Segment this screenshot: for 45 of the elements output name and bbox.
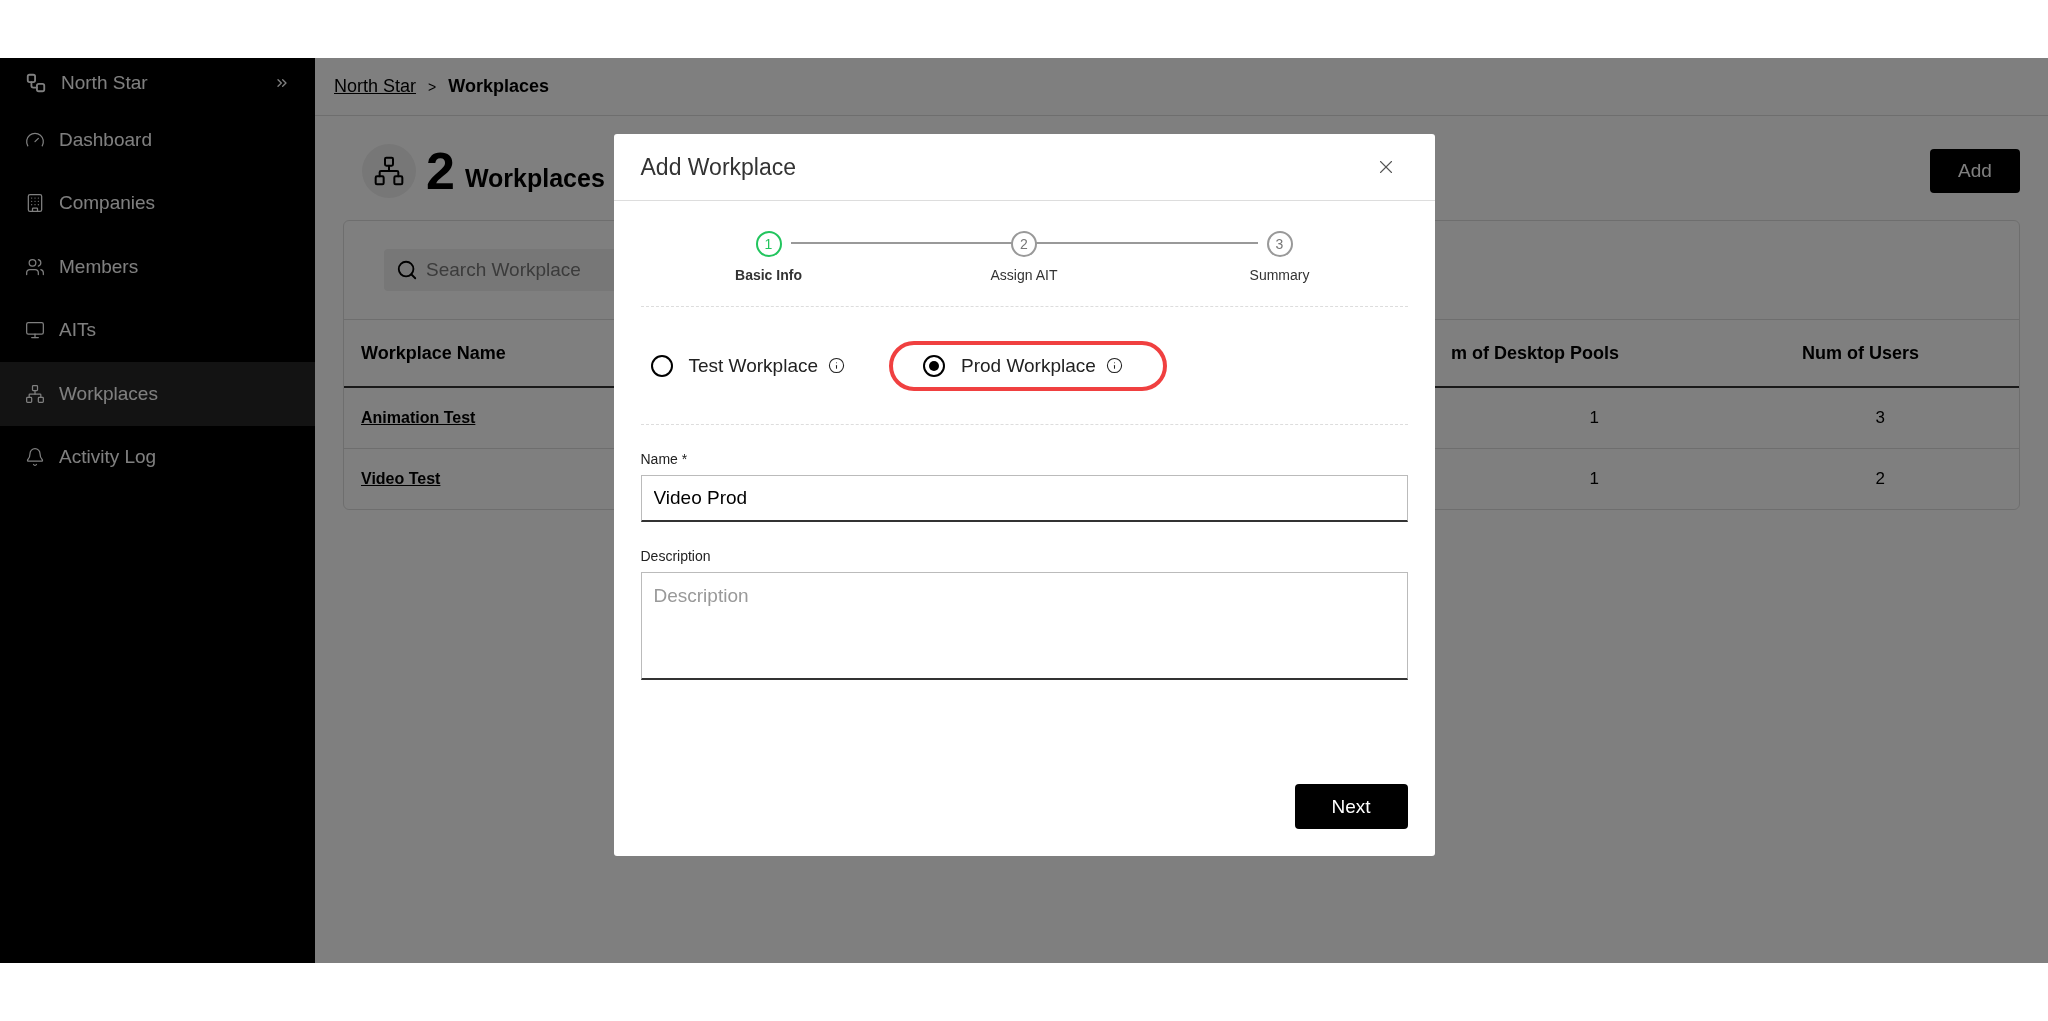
sidebar-item[interactable]: Activity Log xyxy=(0,425,315,489)
step-label: Summary xyxy=(1249,267,1310,283)
radio-option[interactable]: Test Workplace xyxy=(616,340,890,391)
breadcrumb-separator: > xyxy=(428,78,437,95)
search-icon xyxy=(396,259,418,281)
description-field[interactable]: Description xyxy=(640,572,1408,680)
breadcrumb-link[interactable]: North Star xyxy=(334,76,417,97)
field-label: Description xyxy=(640,548,712,564)
name-field[interactable]: Video Prod xyxy=(640,475,1408,522)
people-icon xyxy=(25,256,45,277)
bell-icon xyxy=(25,447,45,468)
sidebar-item[interactable]: AITs xyxy=(0,298,315,362)
next-button[interactable]: Next xyxy=(1294,784,1408,829)
radio-button[interactable] xyxy=(650,354,673,377)
step-label: Basic Info xyxy=(735,267,802,283)
step-number: 2 xyxy=(1011,231,1037,257)
page-title: Workplaces xyxy=(464,163,605,193)
sidebar-item[interactable]: Members xyxy=(0,235,315,299)
step-number: 1 xyxy=(755,231,782,257)
network-icon xyxy=(25,383,45,404)
brand-name: North Star xyxy=(61,72,149,94)
workplace-count: 2 xyxy=(426,141,455,201)
step-label: Assign AIT xyxy=(990,267,1058,283)
step-number: 3 xyxy=(1266,231,1293,257)
table-cell: 3 xyxy=(1619,388,2019,449)
network-icon xyxy=(373,155,405,187)
column-header: Num of Users xyxy=(1619,319,2019,388)
building-icon xyxy=(25,193,45,214)
workplace-link[interactable]: Animation Test xyxy=(361,409,476,427)
monitor-icon xyxy=(25,320,45,341)
option-label: Prod Workplace xyxy=(961,354,1096,377)
breadcrumb-current: Workplaces xyxy=(448,76,549,97)
sidebar-item[interactable]: Dashboard xyxy=(0,108,315,172)
sidebar-item[interactable]: Workplaces xyxy=(0,362,315,426)
option-label: Test Workplace xyxy=(688,354,819,377)
info-icon[interactable] xyxy=(828,357,846,374)
add-button[interactable]: Add xyxy=(1930,149,2020,193)
field-label: Name * xyxy=(640,451,689,467)
radio-button[interactable] xyxy=(923,354,946,377)
sidebar-item[interactable]: Companies xyxy=(0,171,315,235)
table-cell-text: 2 xyxy=(1874,468,1886,490)
dialog-title: Add Workplace xyxy=(640,153,797,181)
info-icon[interactable] xyxy=(1105,357,1123,374)
table-cell-text: 1 xyxy=(1588,468,1600,490)
workplace-link[interactable]: Video Test xyxy=(361,470,441,488)
